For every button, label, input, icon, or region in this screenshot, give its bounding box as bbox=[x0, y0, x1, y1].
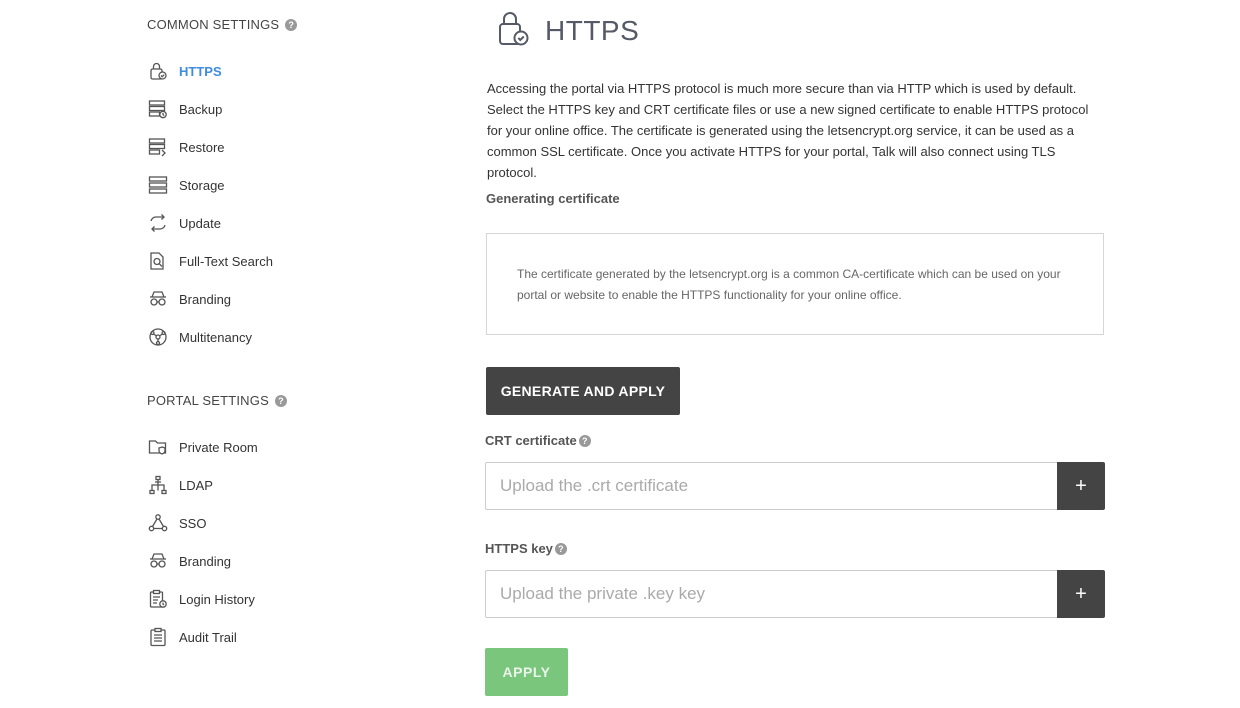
sidebar-item-label: Update bbox=[179, 215, 221, 231]
help-icon[interactable]: ? bbox=[554, 542, 567, 555]
sidebar-item-label: HTTPS bbox=[179, 63, 222, 79]
certificate-info-text: The certificate generated by the letsenc… bbox=[517, 267, 1061, 302]
crt-certificate-input[interactable] bbox=[485, 462, 1057, 510]
crt-certificate-label-row: CRT certificate ? bbox=[485, 433, 591, 448]
sidebar-item-label: Branding bbox=[179, 553, 232, 569]
lock-shield-icon bbox=[147, 60, 169, 82]
sidebar-item-ldap[interactable]: LDAP bbox=[147, 473, 213, 497]
sidebar-item-label: Audit Trail bbox=[179, 629, 237, 645]
portal-settings-label: PORTAL SETTINGS bbox=[147, 393, 269, 408]
sidebar-item-label: Login History bbox=[179, 591, 255, 607]
common-settings-label: COMMON SETTINGS bbox=[147, 17, 280, 32]
help-icon[interactable]: ? bbox=[285, 18, 298, 31]
generate-and-apply-button[interactable]: GENERATE AND APPLY bbox=[486, 367, 680, 415]
help-icon[interactable]: ? bbox=[578, 434, 591, 447]
https-key-input[interactable] bbox=[485, 570, 1057, 618]
lock-shield-icon bbox=[495, 8, 535, 53]
storage-icon bbox=[147, 174, 169, 196]
sidebar-item-label: Branding bbox=[179, 291, 232, 307]
server-backup-icon bbox=[147, 98, 169, 120]
folder-shield-icon bbox=[147, 436, 169, 458]
sidebar-item-private-room[interactable]: Private Room bbox=[147, 435, 258, 459]
sidebar-item-storage[interactable]: Storage bbox=[147, 173, 225, 197]
certificate-info-box: The certificate generated by the letsenc… bbox=[486, 233, 1104, 335]
server-restore-icon bbox=[147, 136, 169, 158]
sidebar-item-multitenancy[interactable]: Multitenancy bbox=[147, 325, 252, 349]
sidebar-item-label: Restore bbox=[179, 139, 225, 155]
https-description: Accessing the portal via HTTPS protocol … bbox=[487, 81, 1089, 180]
sidebar-item-login-history[interactable]: Login History bbox=[147, 587, 255, 611]
key-upload-row: + bbox=[485, 570, 1105, 618]
document-search-icon bbox=[147, 250, 169, 272]
branding-mask-icon bbox=[147, 550, 169, 572]
sidebar-item-label: LDAP bbox=[179, 477, 213, 493]
clipboard-list-icon bbox=[147, 626, 169, 648]
sidebar-item-full-text-search[interactable]: Full-Text Search bbox=[147, 249, 273, 273]
globe-network-icon bbox=[147, 326, 169, 348]
clipboard-history-icon bbox=[147, 588, 169, 610]
sidebar-item-update[interactable]: Update bbox=[147, 211, 221, 235]
sidebar-item-https[interactable]: HTTPS bbox=[147, 59, 222, 83]
page-header: HTTPS bbox=[495, 8, 639, 53]
https-key-label: HTTPS key bbox=[485, 541, 553, 556]
sso-nodes-icon bbox=[147, 512, 169, 534]
common-settings-heading: COMMON SETTINGS ? bbox=[147, 17, 298, 32]
https-key-label-row: HTTPS key ? bbox=[485, 541, 567, 556]
help-icon[interactable]: ? bbox=[274, 394, 287, 407]
sidebar-item-branding-portal[interactable]: Branding bbox=[147, 549, 231, 573]
sidebar-item-label: SSO bbox=[179, 515, 207, 531]
crt-certificate-label: CRT certificate bbox=[485, 433, 577, 448]
sidebar-item-label: Multitenancy bbox=[179, 329, 252, 345]
apply-button[interactable]: APPLY bbox=[485, 648, 568, 696]
crt-upload-button[interactable]: + bbox=[1057, 462, 1105, 510]
sidebar-item-restore[interactable]: Restore bbox=[147, 135, 225, 159]
sidebar-item-sso[interactable]: SSO bbox=[147, 511, 206, 535]
sidebar-item-label: Storage bbox=[179, 177, 225, 193]
sidebar-item-label: Full-Text Search bbox=[179, 253, 273, 269]
update-arrows-icon bbox=[147, 212, 169, 234]
crt-upload-row: + bbox=[485, 462, 1105, 510]
portal-settings-heading: PORTAL SETTINGS ? bbox=[147, 393, 287, 408]
sidebar-item-label: Private Room bbox=[179, 439, 258, 455]
key-upload-button[interactable]: + bbox=[1057, 570, 1105, 618]
sidebar-item-label: Backup bbox=[179, 101, 223, 117]
branding-mask-icon bbox=[147, 288, 169, 310]
generating-certificate-heading: Generating certificate bbox=[486, 191, 620, 206]
page-title: HTTPS bbox=[545, 14, 640, 46]
sidebar-item-audit-trail[interactable]: Audit Trail bbox=[147, 625, 237, 649]
sidebar-item-backup[interactable]: Backup bbox=[147, 97, 222, 121]
ldap-tree-icon bbox=[147, 474, 169, 496]
sidebar-item-branding[interactable]: Branding bbox=[147, 287, 231, 311]
